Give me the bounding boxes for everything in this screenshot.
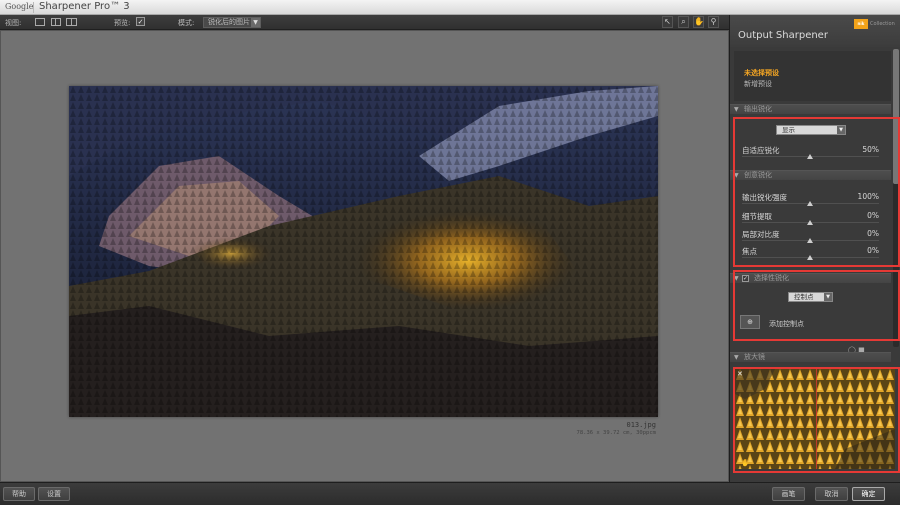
- file-name: 013.jpg: [626, 421, 656, 429]
- pin-icon[interactable]: ⚲: [708, 16, 719, 28]
- view-label: 视图:: [5, 19, 22, 27]
- highlight-selective-sharpening: [733, 270, 900, 341]
- nik-logo: nik: [854, 19, 868, 29]
- brand-logo: Google: [5, 2, 34, 11]
- file-dimensions: 78.36 x 39.72 cm, 30ppcm: [576, 430, 656, 436]
- zoom-icon[interactable]: ⌕: [678, 16, 689, 28]
- title-separator: [33, 2, 34, 13]
- toolbar: 视图: 预览: ✓ 模式: 锐化后的图片 ▼ ↖ ⌕ ✋ ⚲: [0, 15, 729, 30]
- preset-active-item[interactable]: 未选择预设: [744, 68, 779, 78]
- section-output-sharpening[interactable]: ▼ 输出锐化: [730, 104, 891, 114]
- chevron-down-icon: ▼: [251, 18, 260, 27]
- cancel-button[interactable]: 取消: [815, 487, 848, 501]
- section-loupe[interactable]: ▼ 放大镜: [730, 352, 891, 362]
- preview-checkbox[interactable]: ✓: [136, 17, 145, 26]
- single-view-button[interactable]: [35, 18, 45, 26]
- output-sharpener-panel: nik Collection Output Sharpener 未选择预设 新增…: [729, 15, 900, 482]
- ok-button[interactable]: 确定: [852, 487, 885, 501]
- preview-label: 预览:: [114, 19, 131, 27]
- panel-header: nik Collection Output Sharpener: [730, 15, 900, 47]
- section-loupe-label: 放大镜: [744, 353, 765, 361]
- sharpener-window: Google Sharpener Pro™ 3 视图: 预览: ✓ 模式: 锐化…: [0, 0, 900, 505]
- mode-select-value: 锐化后的图片: [208, 18, 250, 26]
- nik-collection-text: Collection: [870, 21, 895, 27]
- split-view-button[interactable]: [51, 18, 61, 26]
- hand-icon[interactable]: ✋: [693, 16, 704, 28]
- side-by-side-view-button[interactable]: [66, 18, 77, 26]
- title-bar: Google Sharpener Pro™ 3: [0, 0, 900, 15]
- brush-button[interactable]: 画笔: [772, 487, 805, 501]
- bottom-bar: 帮助 设置 画笔 取消 确定: [0, 482, 900, 505]
- mode-select[interactable]: 锐化后的图片 ▼: [203, 17, 261, 28]
- highlight-output-sharpening: [733, 117, 900, 267]
- image-canvas[interactable]: 013.jpg 78.36 x 39.72 cm, 30ppcm: [0, 30, 729, 482]
- panel-title: Output Sharpener: [738, 30, 828, 41]
- app-title: Sharpener Pro™ 3: [39, 1, 130, 12]
- preview-photo[interactable]: [69, 86, 658, 417]
- add-preset-link[interactable]: 新增预设: [744, 79, 772, 89]
- mountain-photo: [69, 86, 658, 417]
- collapse-triangle-icon: ▼: [734, 106, 739, 113]
- preset-list: 未选择预设 新增预设: [734, 51, 891, 101]
- arrow-icon[interactable]: ↖: [662, 16, 673, 28]
- mode-label: 模式:: [178, 19, 195, 27]
- section-output-sharpening-label: 输出锐化: [744, 105, 772, 113]
- highlight-loupe: [733, 367, 900, 473]
- help-button[interactable]: 帮助: [3, 487, 35, 501]
- collapse-triangle-icon: ▼: [734, 354, 739, 361]
- settings-button[interactable]: 设置: [38, 487, 70, 501]
